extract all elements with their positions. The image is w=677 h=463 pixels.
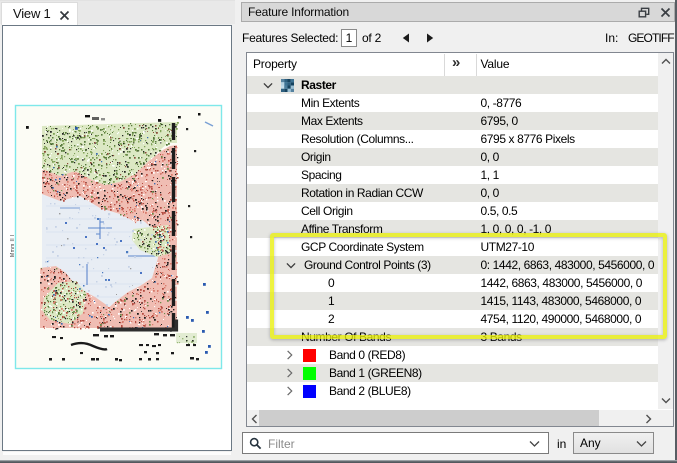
svg-text:Mmm II I: Mmm II I — [10, 234, 16, 257]
